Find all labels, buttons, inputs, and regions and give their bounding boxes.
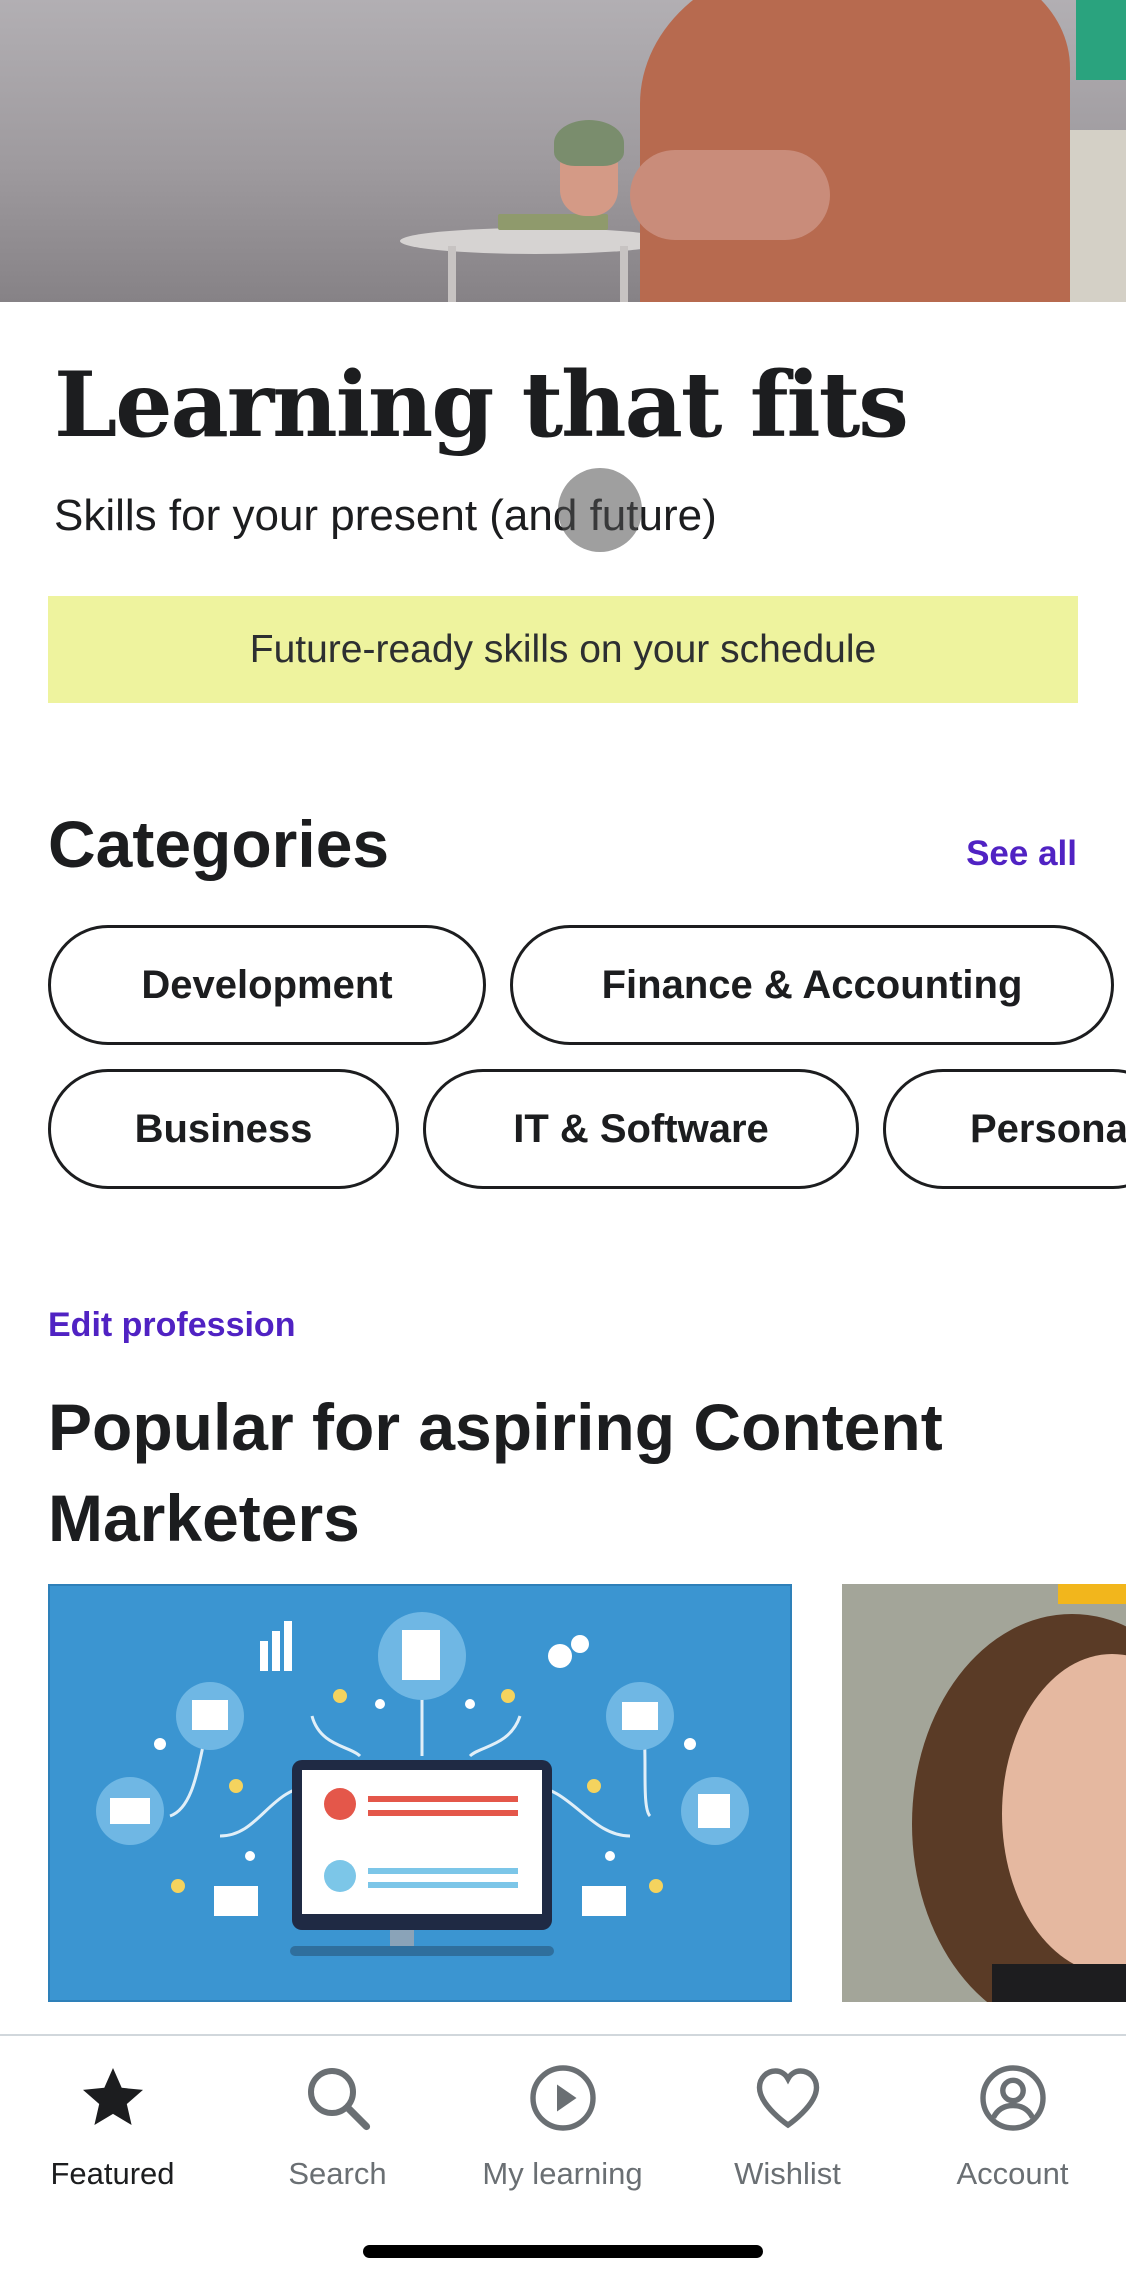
table-leg [448,246,456,302]
play-circle-icon [529,2065,596,2131]
course-card-1[interactable] [48,1584,792,2002]
edit-profession-link[interactable]: Edit profession [48,1306,295,1345]
star-icon [82,2068,143,2125]
category-business[interactable]: Business [48,1069,399,1189]
page-title: Learning that fits [54,352,909,458]
heart-icon [756,2068,819,2129]
course-thumbnail-content-marketing [96,1612,749,1956]
card-accent [1058,1584,1126,1604]
promo-banner[interactable]: Future-ready skills on your schedule [48,596,1078,703]
tab-label-account: Account [956,2156,1069,2191]
side-table [400,228,670,254]
category-finance-accounting[interactable]: Finance & Accounting [510,925,1114,1045]
tab-my-learning[interactable]: My learning [450,2056,675,2206]
book [498,214,608,230]
touch-indicator [558,468,642,552]
hero-image [0,0,1126,302]
chair-back [1076,0,1126,80]
account-icon [979,2065,1046,2131]
category-personal-development[interactable]: Persona [883,1069,1126,1189]
search-icon [307,2068,370,2131]
category-it-software[interactable]: IT & Software [423,1069,859,1189]
see-all-link[interactable]: See all [966,834,1077,874]
tab-label-search: Search [288,2156,387,2191]
tab-search[interactable]: Search [225,2056,450,2206]
category-development[interactable]: Development [48,925,486,1045]
categories-title: Categories [48,807,390,881]
course-card-2[interactable] [842,1584,1126,2002]
person-hands [630,150,830,240]
plant-pot [560,158,618,216]
tab-label-featured: Featured [50,2156,175,2191]
home-indicator [363,2245,763,2258]
tab-label-my-learning: My learning [482,2156,643,2191]
tab-account[interactable]: Account [900,2056,1125,2206]
plant [554,120,624,166]
instructor-shirt [992,1964,1126,2002]
tab-wishlist[interactable]: Wishlist [675,2056,900,2206]
tab-featured[interactable]: Featured [0,2056,225,2206]
popular-section-title: Popular for aspiring Content Marketers [48,1390,943,1555]
table-leg [620,246,628,302]
tab-label-wishlist: Wishlist [734,2156,841,2191]
